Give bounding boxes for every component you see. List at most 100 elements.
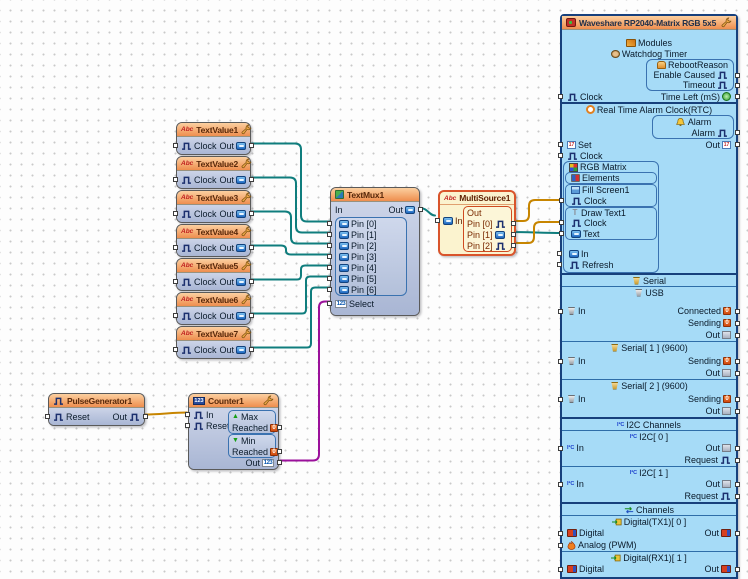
pin1-output-pin[interactable]	[511, 232, 516, 237]
out-output-pin[interactable]	[249, 347, 254, 352]
component-board-waveshare-rp2040-matrix[interactable]: Waveshare RP2040-Matrix RGB 5x5 Modules …	[557, 14, 740, 579]
wrench-icon[interactable]	[721, 17, 732, 28]
component-title: TextValue5	[196, 260, 239, 271]
wrench-icon[interactable]	[241, 192, 252, 203]
draw-text-text-input-pin[interactable]	[559, 231, 564, 236]
rtc-set-input-pin[interactable]	[558, 142, 563, 147]
component-counter1[interactable]: Counter1 In Reset Max Reached Min Reache…	[185, 393, 282, 470]
pin2-input-pin[interactable]	[327, 243, 332, 248]
wire-multisource-pin1-to-drawtext-text[interactable]	[509, 231, 564, 234]
component-textvalue3[interactable]: TextValue3 Clock Out	[173, 190, 254, 223]
clock-input-pin[interactable]	[173, 245, 178, 250]
pin2-output-pin[interactable]	[511, 243, 516, 248]
wrench-icon[interactable]	[263, 395, 274, 406]
i2c0-request-output-pin[interactable]	[735, 457, 740, 463]
in-input-pin[interactable]	[435, 218, 440, 223]
wrench-icon[interactable]	[241, 328, 252, 339]
pin5-input-pin[interactable]	[327, 276, 332, 281]
serial2-in-input-pin[interactable]	[558, 396, 563, 402]
wire-textvalue3-to-mux[interactable]	[249, 210, 332, 245]
usb-in-input-pin[interactable]	[558, 308, 563, 314]
wrench-icon[interactable]	[241, 158, 252, 169]
wire-textvalue4-to-mux[interactable]	[249, 244, 332, 256]
serial1-out-output-pin[interactable]	[735, 370, 740, 376]
out-output-pin[interactable]	[249, 211, 254, 216]
tx-digital-input-pin[interactable]	[558, 530, 563, 536]
wire-counter-out-to-mux-select[interactable]	[279, 300, 332, 462]
out-output-pin[interactable]	[249, 177, 254, 182]
wrench-icon[interactable]	[241, 226, 252, 237]
alarm-output-pin[interactable]	[735, 130, 740, 135]
rx-out-output-pin[interactable]	[735, 566, 740, 572]
usb-sending-output-pin[interactable]	[735, 320, 740, 326]
pin4-input-pin[interactable]	[327, 265, 332, 270]
component-textvalue5[interactable]: TextValue5 Clock Out	[173, 258, 254, 291]
matrix-refresh-input-pin[interactable]	[557, 262, 562, 267]
component-textvalue2[interactable]: TextValue2 Clock Out	[173, 156, 254, 189]
max-reached-output-pin[interactable]	[277, 425, 282, 430]
wrench-icon[interactable]	[241, 294, 252, 305]
i2c1-in-input-pin[interactable]	[558, 481, 563, 487]
serial1-in-input-pin[interactable]	[558, 358, 563, 364]
rtc-clock-input-pin[interactable]	[558, 153, 563, 158]
wrench-icon[interactable]	[241, 260, 252, 271]
out-output-pin[interactable]	[249, 313, 254, 318]
tx-analog-input-pin[interactable]	[558, 542, 563, 548]
serial2-out-output-pin[interactable]	[735, 408, 740, 414]
component-textvalue6[interactable]: TextValue6 Clock Out	[173, 292, 254, 325]
min-reached-output-pin[interactable]	[277, 449, 282, 454]
enable-caused-output-pin[interactable]	[735, 72, 740, 78]
component-textmux1[interactable]: TextMux1 In Out Pin [0] Pin [1] Pin [2] …	[327, 187, 423, 316]
pin3-input-pin[interactable]	[327, 254, 332, 259]
matrix-in-input-pin[interactable]	[557, 251, 562, 256]
out-output-pin[interactable]	[249, 279, 254, 284]
tx-out-output-pin[interactable]	[735, 530, 740, 536]
clock-input-pin[interactable]	[173, 279, 178, 284]
wire-textvalue1-to-mux[interactable]	[249, 142, 332, 223]
out-output-pin[interactable]	[277, 460, 282, 465]
serial2-sending-output-pin[interactable]	[735, 396, 740, 402]
rtc-out-output-pin[interactable]	[735, 142, 740, 147]
elements-bar[interactable]: Elements	[565, 172, 657, 184]
component-textvalue1[interactable]: TextValue1 Clock Out	[173, 122, 254, 155]
component-multisource1[interactable]: MultiSource1 In Out Pin [0] Pin [1] Pin …	[435, 190, 516, 256]
out-output-pin[interactable]	[249, 143, 254, 148]
timeout-output-pin[interactable]	[735, 82, 740, 88]
i2c1-out-output-pin[interactable]	[735, 481, 740, 487]
clock-input-pin[interactable]	[173, 143, 178, 148]
component-pulsegenerator1[interactable]: PulseGenerator1 Reset Out	[45, 393, 148, 426]
draw-text-clock-input-pin[interactable]	[559, 220, 564, 225]
out-output-pin[interactable]	[143, 414, 148, 419]
wrench-icon[interactable]	[241, 124, 252, 135]
time-left-output-pin[interactable]	[735, 94, 740, 99]
component-textvalue4[interactable]: TextValue4 Clock Out	[173, 224, 254, 257]
pin6-input-pin[interactable]	[327, 287, 332, 292]
clock-input-pin[interactable]	[173, 211, 178, 216]
rx-digital-input-pin[interactable]	[558, 566, 563, 572]
i2c0-in-input-pin[interactable]	[558, 445, 563, 451]
pin1-input-pin[interactable]	[327, 232, 332, 237]
in-input-pin[interactable]	[185, 412, 190, 417]
clock-input-pin[interactable]	[173, 177, 178, 182]
out-output-pin[interactable]	[418, 207, 423, 212]
i2c1-request-output-pin[interactable]	[735, 493, 740, 499]
pin0-output-pin[interactable]	[511, 221, 516, 226]
clock-input-pin[interactable]	[173, 313, 178, 318]
out-output-pin[interactable]	[249, 245, 254, 250]
serial1-sending-output-pin[interactable]	[735, 358, 740, 364]
i2c0-out-output-pin[interactable]	[735, 445, 740, 451]
wire-multisource-pin0-to-fillscreen-clock[interactable]	[509, 199, 564, 222]
usb-out-output-pin[interactable]	[735, 332, 740, 338]
component-textvalue7[interactable]: TextValue7 Clock Out	[173, 326, 254, 359]
pin0-input-pin[interactable]	[327, 221, 332, 226]
pin-label: Pin [1]	[467, 229, 493, 240]
select-input-pin[interactable]	[327, 301, 332, 306]
fill-screen-clock-input-pin[interactable]	[559, 198, 564, 203]
visuino-design-canvas[interactable]: TextValue1 Clock Out TextValue2 Clock Ou…	[0, 0, 748, 579]
reset-input-pin[interactable]	[185, 423, 190, 428]
reset-input-pin[interactable]	[45, 414, 50, 419]
wire-pulsegenerator-to-counter[interactable]	[143, 411, 188, 416]
usb-connected-output-pin[interactable]	[735, 308, 740, 314]
watchdog-clock-input-pin[interactable]	[558, 94, 563, 99]
clock-input-pin[interactable]	[173, 347, 178, 352]
